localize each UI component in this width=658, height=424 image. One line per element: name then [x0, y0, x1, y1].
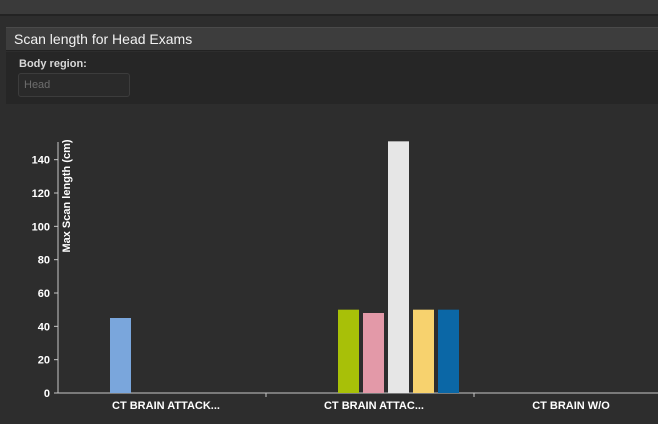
filter-area: Body region: Head — [6, 52, 658, 104]
panel-header: Scan length for Head Exams — [6, 27, 658, 51]
bar — [413, 309, 434, 393]
y-axis-title: Max Scan length (cm) — [61, 139, 73, 252]
y-tick-label: 120 — [32, 188, 50, 200]
y-tick-label: 0 — [44, 388, 50, 400]
bar — [438, 309, 459, 393]
y-tick-label: 40 — [38, 321, 50, 333]
body-region-label: Body region: — [19, 58, 87, 70]
x-tick-label: CT BRAIN W/O — [532, 400, 610, 412]
bar — [388, 141, 409, 393]
y-tick-label: 100 — [32, 221, 50, 233]
y-tick-label: 20 — [38, 355, 50, 367]
y-tick-label: 140 — [32, 155, 50, 167]
bar — [363, 313, 384, 393]
y-tick-label: 60 — [38, 288, 50, 300]
bar-chart: 0 20 40 60 80 100 120 140 Max Scan length (cm) CT… — [32, 139, 658, 424]
top-toolbar — [0, 0, 658, 15]
body-region-input[interactable]: Head — [18, 73, 130, 97]
y-tick-label: 80 — [38, 255, 50, 267]
scan-length-panel: Scan length for Head Exams Body region: … — [0, 16, 658, 424]
x-tick-label: CT BRAIN ATTACK... — [112, 400, 220, 412]
bar — [110, 318, 131, 393]
bar — [338, 309, 359, 393]
chart-area: 0 20 40 60 80 100 120 140 Max Scan length (cm) CT… — [6, 112, 658, 424]
panel-title: Scan length for Head Exams — [14, 31, 193, 47]
x-tick-label: CT BRAIN ATTAC... — [324, 400, 424, 412]
